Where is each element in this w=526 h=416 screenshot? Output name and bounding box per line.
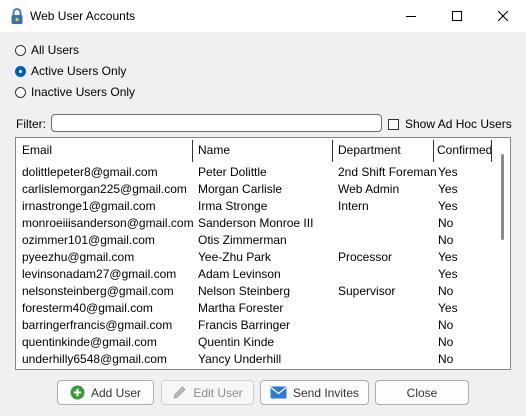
cell-confirmed: Yes (438, 301, 458, 315)
table-row[interactable]: nelsonsteinberg@gmail.com Nelson Steinber… (16, 282, 496, 299)
table-header: Email Name Department Confirmed (16, 138, 510, 162)
table-row[interactable]: carlislemorgan225@gmail.com Morgan Carlis… (16, 180, 496, 197)
checkbox-box[interactable] (388, 118, 399, 130)
close-icon (498, 11, 508, 21)
users-table[interactable]: Email Name Department Confirmed dolittle… (15, 137, 511, 370)
cell-name: Adam Levinson (198, 267, 281, 281)
send-invites-label: Send Invites (292, 385, 360, 400)
lock-icon (11, 8, 23, 24)
column-header-confirmed[interactable]: Confirmed (433, 138, 493, 162)
cell-email: dolittlepeter8@gmail.com (22, 165, 158, 179)
vertical-scrollbar[interactable] (496, 138, 510, 369)
cell-confirmed: No (438, 335, 454, 349)
cell-email: nelsonsteinberg@gmail.com (22, 284, 174, 298)
cell-name: Morgan Carlisle (198, 182, 283, 196)
cell-email: barringerfrancis@gmail.com (22, 318, 173, 332)
cell-email: carlislemorgan225@gmail.com (22, 182, 187, 196)
maximize-icon (452, 11, 462, 21)
cell-department: 2nd Shift Foreman (338, 165, 437, 179)
table-row[interactable]: foresterm40@gmail.com Martha Forester Yes (16, 299, 496, 316)
cell-confirmed: No (438, 216, 454, 230)
cell-name: Nelson Steinberg (198, 284, 291, 298)
column-header-department[interactable]: Department (332, 138, 433, 162)
cell-email: levinsonadam27@gmail.com (22, 267, 177, 281)
web-user-accounts-window: Web User Accounts All Users Active Users… (0, 0, 526, 416)
cell-email: foresterm40@gmail.com (22, 301, 153, 315)
envelope-icon (270, 386, 287, 399)
cell-confirmed: No (438, 284, 454, 298)
pencil-icon (172, 385, 187, 400)
maximize-button[interactable] (434, 0, 480, 32)
table-row[interactable]: quentinkinde@gmail.com Quentin Kinde No (16, 333, 496, 350)
radio-circle[interactable] (15, 44, 26, 56)
cell-confirmed: Yes (438, 199, 458, 213)
radio-all-users[interactable]: All Users (15, 43, 79, 57)
cell-name: Peter Dolittle (198, 165, 267, 179)
cell-name: Yancy Underhill (198, 352, 282, 366)
window-title: Web User Accounts (30, 9, 136, 23)
close-window-button[interactable] (480, 0, 526, 32)
radio-circle-selected[interactable] (15, 65, 26, 77)
cell-email: monroeiiisanderson@gmail.com (22, 216, 194, 230)
add-user-label: Add User (90, 385, 142, 400)
cell-name: Yee-Zhu Park (198, 250, 271, 264)
close-label: Close (406, 385, 438, 400)
cell-confirmed: Yes (438, 250, 458, 264)
cell-confirmed: No (438, 233, 454, 247)
minimize-icon (406, 16, 416, 17)
cell-email: irnastronge1@gmail.com (22, 199, 156, 213)
cell-department: Processor (338, 250, 393, 264)
table-row[interactable]: dolittlepeter8@gmail.com Peter Dolittle 2n… (16, 163, 496, 180)
column-divider[interactable] (491, 140, 492, 162)
cell-name: Sanderson Monroe III (198, 216, 314, 230)
add-user-button[interactable]: Add User (57, 380, 154, 405)
checkbox-label: Show Ad Hoc Users (405, 117, 512, 131)
table-row[interactable]: pyeezhu@gmail.com Yee-Zhu Park Processor Ye… (16, 248, 496, 265)
cell-confirmed: Yes (438, 267, 458, 281)
cell-department: Web Admin (338, 182, 400, 196)
title-bar: Web User Accounts (0, 0, 526, 32)
cell-email: underhilly6548@gmail.com (22, 352, 167, 366)
filter-input[interactable] (51, 114, 382, 132)
cell-department: Intern (338, 199, 369, 213)
edit-user-button[interactable]: Edit User (161, 380, 254, 405)
cell-name: Martha Forester (198, 301, 284, 315)
radio-label: Inactive Users Only (31, 85, 136, 99)
table-row[interactable]: underhilly6548@gmail.com Yancy Underhill N… (16, 350, 496, 367)
show-adhoc-users-checkbox[interactable]: Show Ad Hoc Users (388, 117, 512, 131)
edit-user-label: Edit User (193, 385, 243, 400)
radio-active-users-only[interactable]: Active Users Only (15, 64, 126, 78)
column-header-email[interactable]: Email (16, 138, 192, 162)
filter-label: Filter: (16, 117, 46, 131)
cell-department: Supervisor (338, 284, 396, 298)
scrollbar-thumb[interactable] (501, 154, 504, 240)
radio-label: All Users (31, 43, 80, 57)
close-button[interactable]: Close (375, 380, 469, 405)
column-header-name[interactable]: Name (192, 138, 332, 162)
table-row[interactable]: levinsonadam27@gmail.com Adam Levinson Yes (16, 265, 496, 282)
cell-confirmed: Yes (438, 182, 458, 196)
radio-label: Active Users Only (31, 64, 127, 78)
cell-email: ozimmer101@gmail.com (22, 233, 155, 247)
radio-circle[interactable] (15, 86, 26, 98)
radio-inactive-users-only[interactable]: Inactive Users Only (15, 85, 135, 99)
table-row[interactable]: barringerfrancis@gmail.com Francis Barrin… (16, 316, 496, 333)
table-row[interactable]: irnastronge1@gmail.com Irma Stronge Intern… (16, 197, 496, 214)
minimize-button[interactable] (388, 0, 434, 32)
cell-name: Quentin Kinde (198, 335, 275, 349)
cell-email: quentinkinde@gmail.com (22, 335, 157, 349)
cell-confirmed: No (438, 352, 454, 366)
cell-name: Otis Zimmerman (198, 233, 287, 247)
cell-name: Irma Stronge (198, 199, 268, 213)
cell-email: pyeezhu@gmail.com (22, 250, 135, 264)
cell-confirmed: No (438, 318, 454, 332)
cell-confirmed: Yes (438, 165, 458, 179)
table-row[interactable]: ozimmer101@gmail.com Otis Zimmerman No (16, 231, 496, 248)
send-invites-button[interactable]: Send Invites (260, 380, 369, 405)
cell-name: Francis Barringer (198, 318, 291, 332)
table-row[interactable]: monroeiiisanderson@gmail.com Sanderson Mo… (16, 214, 496, 231)
plus-circle-icon (70, 385, 85, 400)
